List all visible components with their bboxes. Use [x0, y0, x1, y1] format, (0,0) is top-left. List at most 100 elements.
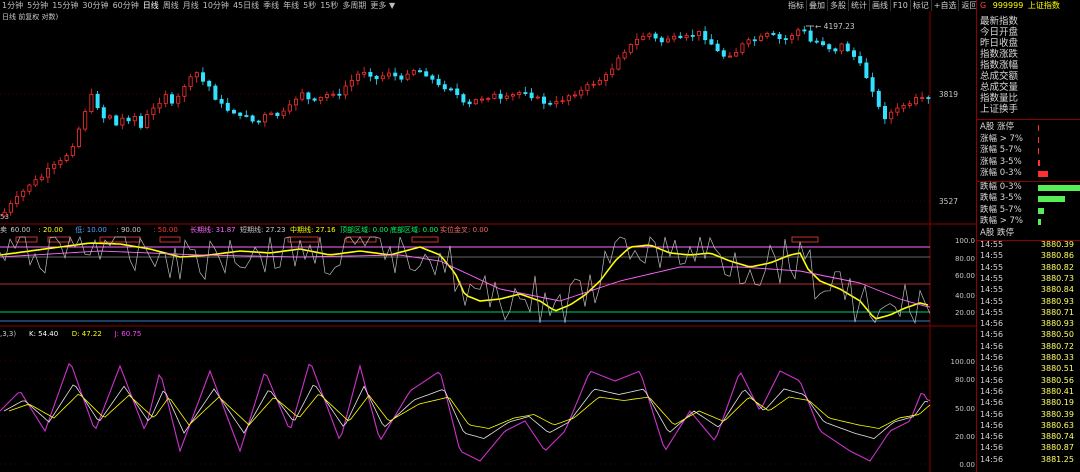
period-tab[interactable]: 更多 ▼ [368, 0, 397, 11]
tick-time: 14:56 [980, 386, 1004, 396]
candle-body [138, 115, 143, 128]
breadth-row: 涨幅 0-3% [980, 168, 1080, 180]
candle-body [169, 94, 174, 104]
tick-row: 14:56 3880.72 [980, 341, 1080, 352]
candle-body [231, 109, 236, 114]
candle-body [870, 77, 875, 92]
period-tab[interactable]: 周线 [161, 0, 181, 11]
candle-body [145, 114, 150, 128]
candle-body [244, 115, 249, 117]
tick-row: 14:55 3880.71 [980, 307, 1080, 318]
tick-price: 3880.87 [1040, 443, 1074, 453]
tick-price: 3880.84 [1040, 285, 1074, 295]
candle-body [368, 72, 373, 77]
tick-time: 14:56 [980, 443, 1004, 453]
chart-area[interactable]: 日线 前复权 对数) 53 3819 3527 ← 4197.23 卖 60.00: 20.… [0, 11, 976, 472]
candle-body [883, 106, 888, 120]
candle-body [752, 39, 757, 42]
indicator1-legend: 长期线: 31.87 [190, 225, 236, 234]
tick-row: 14:55 3880.86 [980, 250, 1080, 261]
candle-body [510, 94, 515, 97]
tool-button[interactable]: F10 [891, 0, 911, 11]
period-tab[interactable]: 季线 [261, 0, 281, 11]
chart-tools: 指标 叠加 多股 统计 画线 F10 标记 +自选 返回 [786, 0, 981, 11]
breadth-label: 跌幅 > 7% [980, 216, 1024, 226]
candle-body [814, 40, 819, 43]
candle-body [343, 85, 348, 96]
period-tab[interactable]: 45日线 [231, 0, 261, 11]
period-tab[interactable]: 1分钟 [0, 0, 25, 11]
top-zone-box [287, 236, 319, 243]
candle-body [783, 38, 788, 40]
candle-body [399, 75, 404, 80]
tick-price: 3880.72 [1040, 341, 1074, 351]
indicator1-legend: 中期线: 27.16 [290, 225, 336, 234]
tool-button[interactable]: 指标 [786, 0, 807, 11]
candle-body [269, 112, 274, 115]
period-tab[interactable]: 10分钟 [201, 0, 231, 11]
period-tab[interactable]: 5秒 [301, 0, 318, 11]
top-toolbar: 1分钟 5分钟 15分钟 30分钟 60分钟 日线 周线 月线 10分钟 45日线 季线 年线 5秒 15… [0, 0, 1080, 11]
candle-body [479, 98, 484, 101]
candle-body [83, 111, 88, 130]
candle-body [858, 56, 863, 64]
candle-body [417, 70, 422, 73]
candle-body [58, 160, 63, 165]
period-tab[interactable]: 15秒 [318, 0, 340, 11]
candle-body [573, 94, 578, 97]
candlestick-chart[interactable]: 日线 前复权 对数)5338193527← 4197.23卖 60.00: 20.… [0, 11, 976, 472]
period-tab[interactable]: 60分钟 [111, 0, 141, 11]
tick-price: 3880.50 [1040, 330, 1074, 340]
tick-time: 14:56 [980, 330, 1004, 340]
mid-term-line [0, 242, 929, 320]
period-tab[interactable]: 30分钟 [80, 0, 110, 11]
breadth-label: 涨幅 5-7% [980, 145, 1022, 155]
tick-price: 3880.19 [1040, 398, 1074, 408]
candle-body [442, 84, 447, 90]
candle-body [839, 43, 844, 52]
candle-body [77, 128, 82, 147]
g-label: G [980, 1, 987, 10]
tool-button[interactable]: +自选 [932, 0, 960, 11]
candle-body [659, 37, 664, 43]
candle-body [492, 93, 497, 99]
tool-button[interactable]: 多股 [828, 0, 849, 11]
candle-body [219, 98, 224, 104]
indicator1-legend: : 90.00 [116, 226, 141, 234]
price-tick-label: 3819 [939, 90, 958, 99]
tool-button[interactable]: 叠加 [807, 0, 828, 11]
tool-button[interactable]: 统计 [849, 0, 870, 11]
period-tab[interactable]: 15分钟 [50, 0, 80, 11]
indicator1-axis-label: 20.00 [955, 309, 975, 317]
candle-body [182, 86, 187, 97]
period-tab[interactable]: 月线 [181, 0, 201, 11]
period-tab[interactable]: 日线 [141, 0, 161, 11]
candle-body [213, 85, 218, 100]
period-tab[interactable]: 5分钟 [25, 0, 50, 11]
candle-body [827, 44, 832, 50]
candle-body [703, 31, 708, 41]
candle-body [27, 184, 32, 192]
candle-body [560, 100, 565, 103]
period-tab[interactable]: 多周期 [340, 0, 368, 11]
indicator2-axis-label: 80.00 [955, 376, 975, 384]
candle-body [746, 39, 751, 45]
quote-field-label: 总成交额 [980, 71, 1019, 82]
tool-button[interactable]: 标记 [911, 0, 932, 11]
candle-body [641, 36, 646, 40]
candle-body [374, 75, 379, 80]
candle-body [548, 102, 553, 105]
tick-row: 14:56 3880.51 [980, 363, 1080, 374]
tick-time: 14:55 [980, 251, 1004, 261]
candle-body [200, 72, 205, 82]
candle-body [585, 84, 590, 91]
tool-button[interactable]: 画线 [870, 0, 891, 11]
period-tab[interactable]: 年线 [281, 0, 301, 11]
tick-time: 14:56 [980, 319, 1004, 329]
stock-code: 999999 [992, 1, 1024, 10]
quote-field-label: 指数量比 [980, 93, 1019, 104]
candle-body [64, 155, 69, 161]
candle-body [833, 48, 838, 52]
indicator1-legend: 短期线: 27.23 [240, 225, 286, 234]
high-price-label: ← 4197.23 [815, 22, 855, 31]
